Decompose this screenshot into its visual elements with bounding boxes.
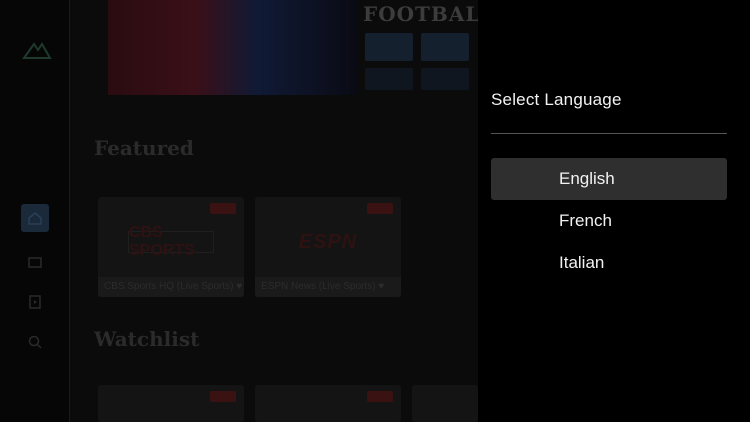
live-badge xyxy=(210,203,236,214)
hero-tile xyxy=(421,68,469,90)
watchlist-heading: Watchlist xyxy=(94,327,200,351)
watchlist-card[interactable] xyxy=(98,385,244,422)
sidebar-tv-icon[interactable] xyxy=(21,248,49,276)
live-badge xyxy=(367,391,393,402)
hero-tile xyxy=(365,68,413,90)
watchlist-card[interactable] xyxy=(412,385,478,422)
sidebar xyxy=(0,0,70,422)
language-option-english[interactable]: English xyxy=(491,158,727,200)
language-option-italian[interactable]: Italian xyxy=(491,242,727,284)
live-badge xyxy=(210,391,236,402)
sidebar-home-icon[interactable] xyxy=(21,204,49,232)
language-option-french[interactable]: French xyxy=(491,200,727,242)
watchlist-card[interactable] xyxy=(255,385,401,422)
card-caption: ESPN News (Live Sports) ♥ xyxy=(255,277,401,297)
language-dialog: Select Language English French Italian xyxy=(478,0,750,422)
card-caption: CBS Sports HQ (Live Sports) ♥ xyxy=(98,277,244,297)
live-badge xyxy=(367,203,393,214)
dialog-divider xyxy=(491,133,727,134)
featured-card-2[interactable]: ESPN ESPN News (Live Sports) ♥ xyxy=(255,197,401,297)
hero-banner: FOOTBALL T xyxy=(108,0,478,95)
sidebar-movies-icon[interactable] xyxy=(21,288,49,316)
hero-image xyxy=(108,0,358,95)
app-logo-icon xyxy=(22,42,52,59)
sidebar-search-icon[interactable] xyxy=(21,328,49,356)
hero-tile xyxy=(365,33,413,61)
featured-heading: Featured xyxy=(94,136,194,160)
featured-card-1[interactable]: CBS SPORTS CBS Sports HQ (Live Sports) ♥ xyxy=(98,197,244,297)
channel-logo: ESPN xyxy=(298,230,358,253)
channel-logo: CBS SPORTS xyxy=(128,224,214,259)
hero-tile xyxy=(421,33,469,61)
hero-title: FOOTBALL T xyxy=(363,2,478,26)
dialog-title: Select Language xyxy=(491,90,622,109)
